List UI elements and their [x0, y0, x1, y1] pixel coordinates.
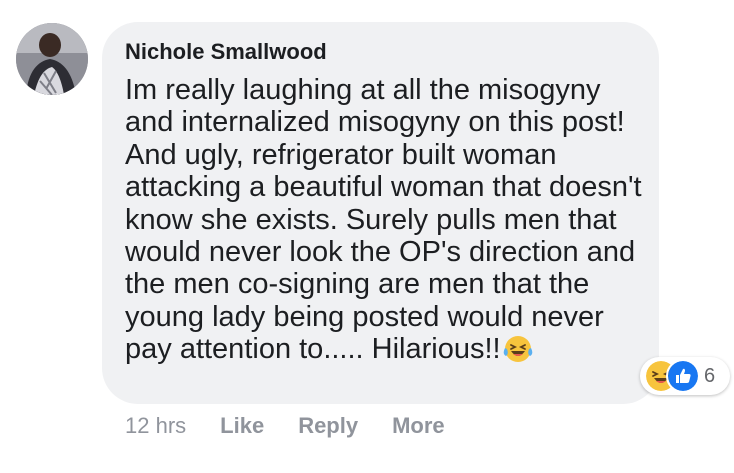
reaction-count: 6 — [704, 364, 716, 387]
timestamp[interactable]: 12 hrs — [125, 413, 186, 439]
avatar[interactable] — [16, 23, 88, 95]
author-name[interactable]: Nichole Smallwood — [125, 38, 639, 66]
comment-text: Im really laughing at all the misogyny a… — [125, 74, 642, 366]
profile-photo-icon — [16, 23, 88, 95]
like-button[interactable]: Like — [220, 413, 264, 439]
like-reaction-icon — [666, 359, 700, 393]
laughing-with-tears-emoji — [503, 336, 532, 363]
comment-thread: Nichole Smallwood Im really laughing at … — [0, 0, 734, 473]
comment-text-container: Im really laughing at all the misogyny a… — [125, 74, 645, 366]
reply-button[interactable]: Reply — [298, 413, 358, 439]
reaction-summary[interactable]: 6 — [640, 357, 730, 395]
comment-bubble: Nichole Smallwood Im really laughing at … — [102, 22, 659, 404]
comment-actions: 12 hrs Like Reply More — [125, 413, 479, 439]
more-button[interactable]: More — [392, 413, 445, 439]
